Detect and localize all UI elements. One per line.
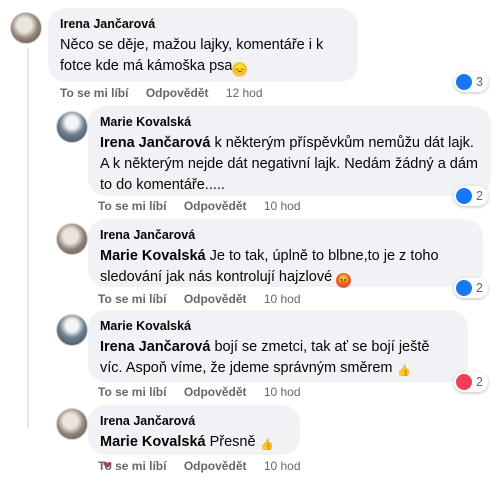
comment-author[interactable]: Marie Kovalská: [100, 318, 456, 334]
comment-text: Irena Jančarová bojí se zmetci, tak ať s…: [100, 339, 430, 377]
comment-author[interactable]: Irena Jančarová: [100, 413, 288, 429]
comment-author[interactable]: Marie Kovalská: [100, 114, 479, 130]
comment-author[interactable]: Irena Jančarová: [60, 16, 346, 32]
mention-link[interactable]: Irena Jančarová: [100, 339, 210, 355]
timestamp[interactable]: 10 hod: [264, 385, 301, 399]
avatar[interactable]: [56, 314, 88, 346]
sad-face-icon: 😞: [232, 62, 248, 77]
mention-link[interactable]: Irena Jančarová: [100, 135, 210, 151]
love-icon: [456, 374, 472, 390]
reply-button[interactable]: Odpovědět: [184, 385, 247, 399]
mention-link[interactable]: Marie Kovalská: [100, 434, 206, 450]
comment-actions: To se mi líbí Odpovědět 12 hod: [60, 86, 277, 100]
thumbs-up-icon: 👍: [397, 365, 411, 377]
comment-text: Irena Jančarová k některým příspěvkům ne…: [100, 135, 479, 193]
comment-actions: To se mi líbí Odpovědět 10 hod: [98, 385, 315, 399]
comment-actions: To se mi líbí Odpovědět 10 hod: [98, 459, 315, 473]
mention-link[interactable]: Marie Kovalská: [100, 248, 206, 264]
reply-button[interactable]: Odpovědět: [184, 292, 247, 306]
like-icon: [456, 280, 472, 296]
comment-text: Marie Kovalská Je to tak, úplně to blbne…: [100, 248, 439, 288]
reaction-count[interactable]: 2: [454, 372, 488, 392]
timestamp[interactable]: 12 hod: [226, 86, 263, 100]
reply-button[interactable]: Odpovědět: [184, 199, 247, 213]
thread-line: [27, 48, 29, 428]
comment-actions: To se mi líbí Odpovědět 10 hod: [98, 199, 315, 213]
like-button[interactable]: To se mi líbí: [98, 385, 166, 399]
like-icon: [456, 74, 472, 90]
comment-text: Něco se děje, mažou lajky, komentáře i k…: [60, 37, 324, 77]
like-icon: [456, 188, 472, 204]
comment-author[interactable]: Irena Jančarová: [100, 227, 471, 243]
comment-bubble: Marie Kovalská Irena Jančarová bojí se z…: [88, 310, 468, 382]
avatar[interactable]: [56, 111, 88, 143]
comment-actions: To se mi líbí Odpovědět 10 hod: [98, 292, 315, 306]
avatar[interactable]: [10, 12, 42, 44]
timestamp[interactable]: 10 hod: [264, 199, 301, 213]
timestamp[interactable]: 10 hod: [264, 459, 301, 473]
reaction-count[interactable]: 2: [454, 278, 488, 298]
timestamp[interactable]: 10 hod: [264, 292, 301, 306]
reaction-count[interactable]: 2: [454, 186, 488, 206]
like-button[interactable]: To se mi líbí: [60, 86, 128, 100]
avatar[interactable]: [56, 408, 88, 440]
reply-button[interactable]: Odpovědět: [146, 86, 209, 100]
comment-bubble: Irena Jančarová Něco se děje, mažou lajk…: [48, 8, 358, 82]
thumbs-up-icon: 👍: [260, 439, 274, 451]
comment-bubble: Irena Jančarová Marie Kovalská Je to tak…: [88, 219, 483, 288]
avatar[interactable]: [56, 223, 88, 255]
reply-button[interactable]: Odpovědět: [184, 459, 247, 473]
reaction-count[interactable]: 3: [454, 72, 488, 92]
comment-bubble: Marie Kovalská Irena Jančarová k některý…: [88, 106, 491, 196]
like-button[interactable]: To se mi líbí: [98, 292, 166, 306]
like-button[interactable]: To se mi líbí: [98, 459, 166, 473]
comment-bubble: Irena Jančarová Marie Kovalská Přesně 👍❤: [88, 405, 300, 472]
angry-face-icon: 😡: [336, 273, 352, 288]
like-button[interactable]: To se mi líbí: [98, 199, 166, 213]
